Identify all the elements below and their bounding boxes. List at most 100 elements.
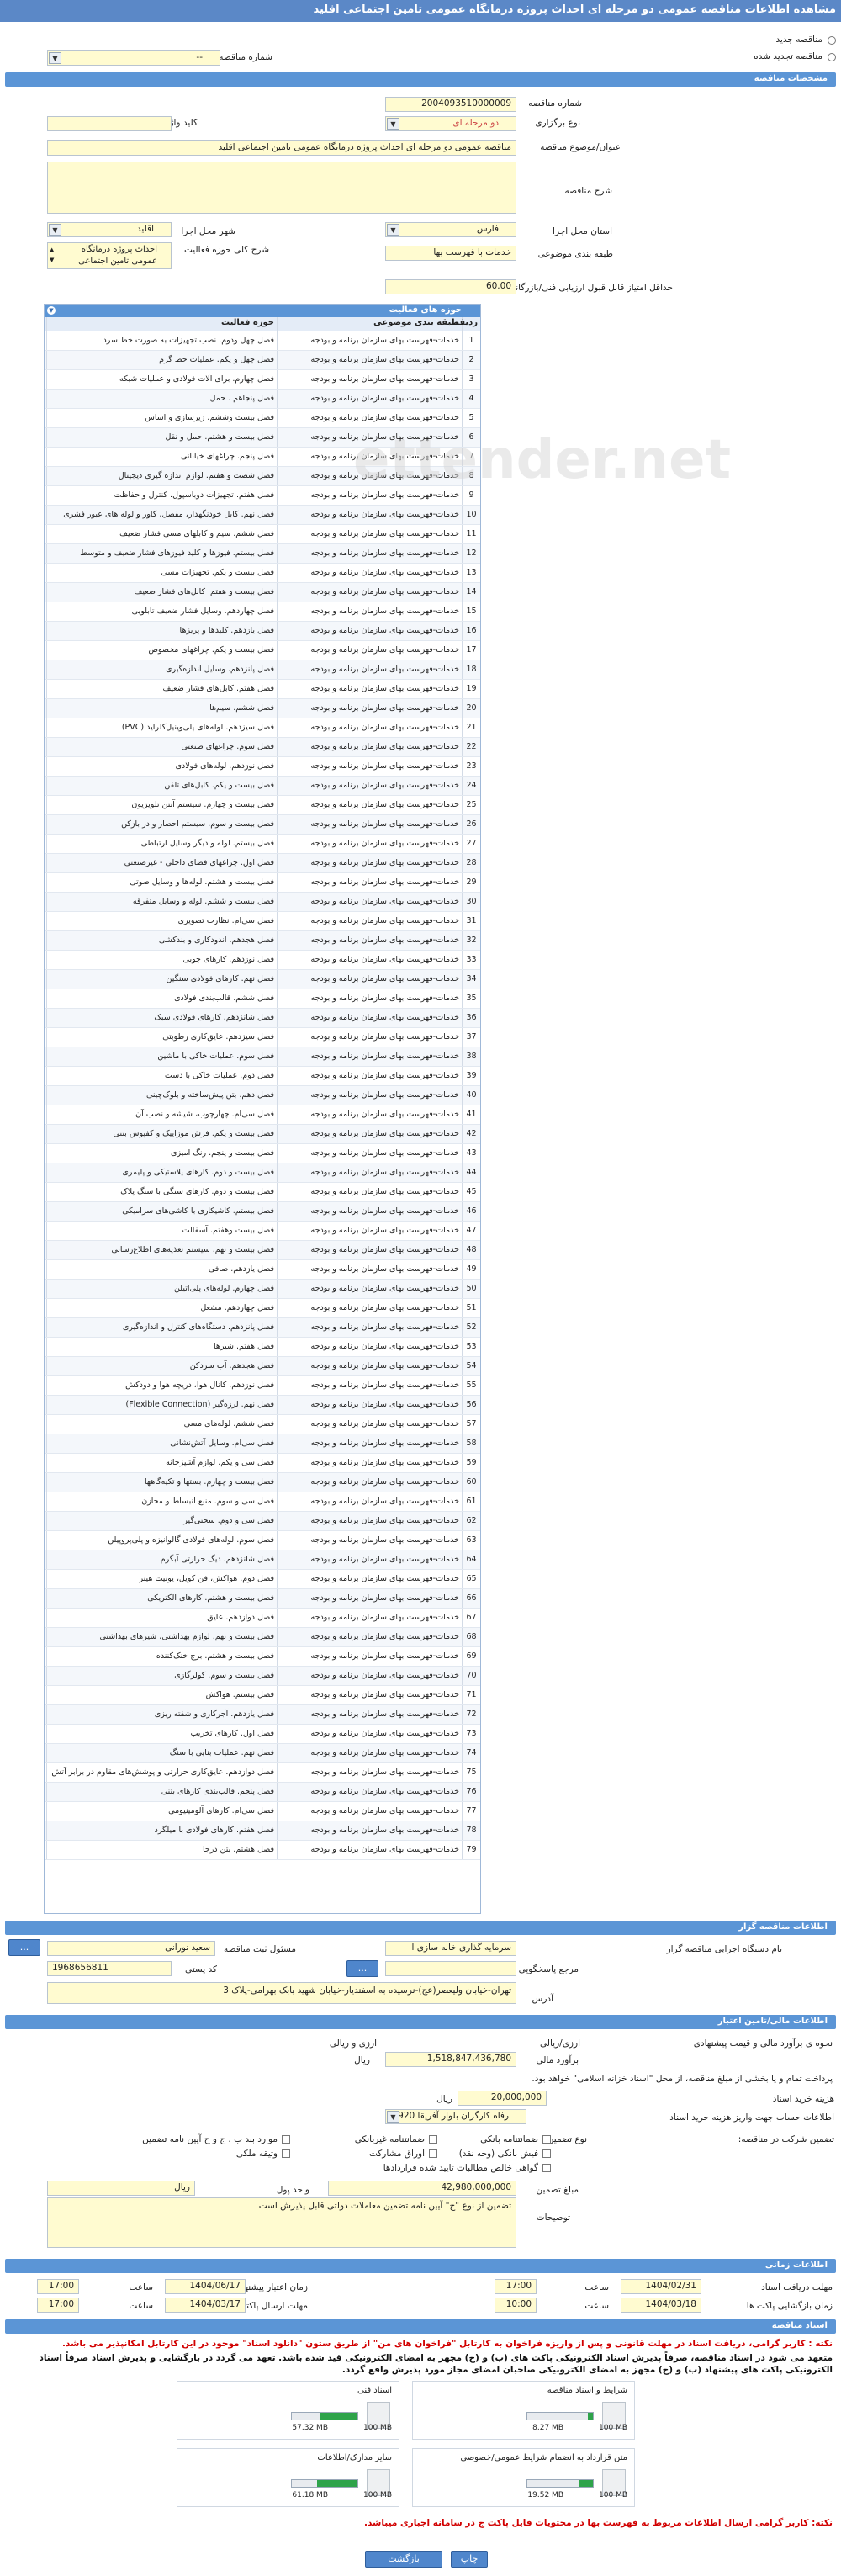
row-activity: فصل سی و دوم. سختی‌گیر	[46, 1512, 277, 1530]
doc-deadline-time-label: ساعت	[584, 2282, 609, 2292]
table-row: 23 خدمات-فهرست بهای سازمان برنامه و بودجه…	[45, 757, 480, 777]
row-activity: فصل نوزدهم. لوله‌های فولادی	[46, 757, 277, 776]
new-tender-radio[interactable]	[828, 36, 836, 45]
back-button[interactable]: بازگشت	[365, 2551, 442, 2568]
cash-checkbox[interactable]	[542, 2149, 551, 2158]
opening-date[interactable]: 1404/03/18	[621, 2298, 701, 2313]
guarantee-desc-textarea[interactable]: تضمین از نوع "ج" آیین نامه تضمین معاملات…	[47, 2197, 516, 2248]
table-row: 60 خدمات-فهرست بهای سازمان برنامه و بودجه…	[45, 1473, 480, 1492]
doc-deadline-time[interactable]: 17:00	[495, 2279, 537, 2294]
activity-panel-header[interactable]: حوزه های فعالیت ▼	[45, 305, 480, 317]
row-activity: فصل بیست و سوم. سیستم احضار و در بازکن	[46, 815, 277, 834]
subject-input[interactable]: مناقصه عمومی دو مرحله ای احداث پروژه درم…	[47, 140, 516, 156]
responsible-lookup-button[interactable]: ...	[8, 1939, 40, 1956]
tender-number-field[interactable]: 2004093510000009	[385, 97, 516, 112]
validity-date[interactable]: 1404/06/17	[165, 2279, 246, 2294]
currency-label: ارزی و ریالی	[329, 2038, 377, 2049]
row-activity: فصل ششم. لوله‌های مسی	[46, 1415, 277, 1434]
opening-time[interactable]: 10:00	[495, 2298, 537, 2313]
row-activity: فصل دوم. هواکش، فن کویل، یونیت هیتر	[46, 1570, 277, 1588]
row-category: خدمات-فهرست بهای سازمان برنامه و بودجه	[277, 602, 462, 621]
claims-checkbox[interactable]	[542, 2164, 551, 2172]
classification-field[interactable]: خدمات با فهرست بها	[385, 246, 516, 261]
reference-field[interactable]	[385, 1961, 516, 1976]
row-activity: فصل دوم. عملیات خاکی با دست	[46, 1067, 277, 1085]
validity-time[interactable]: 17:00	[37, 2279, 79, 2294]
table-row: 16 خدمات-فهرست بهای سازمان برنامه و بودجه…	[45, 622, 480, 641]
row-activity: فصل بیست و چهارم. بستها و تکیه‌گاهها	[46, 1473, 277, 1492]
tender-type-select[interactable]: دو مرحله ای ▼	[385, 116, 516, 131]
row-category: خدمات-فهرست بهای سازمان برنامه و بودجه	[277, 1609, 462, 1627]
file-box-technical-docs[interactable]: اسناد فنی 57.32 MB 100 MB	[177, 2381, 399, 2440]
property-checkbox[interactable]	[282, 2149, 290, 2158]
send-deadline-time[interactable]: 17:00	[37, 2298, 79, 2313]
row-number: 52	[462, 1318, 480, 1337]
row-number: 57	[462, 1415, 480, 1434]
keyword-input[interactable]	[47, 116, 172, 131]
row-activity: فصل دهم. بتن پیش‌ساخته و بلوک‌چینی	[46, 1086, 277, 1105]
table-row: 35 خدمات-فهرست بهای سازمان برنامه و بودجه…	[45, 989, 480, 1009]
row-category: خدمات-فهرست بهای سازمان برنامه و بودجه	[277, 1492, 462, 1511]
row-activity: فصل بیست و ششم. لوله و وسایل متفرقه	[46, 893, 277, 911]
currency-unit-field[interactable]: ریال	[47, 2181, 195, 2196]
estimate-amount-field[interactable]: 1,518,847,436,780	[385, 2052, 516, 2067]
bonds-checkbox[interactable]	[429, 2149, 437, 2158]
row-activity: فصل سی‌ام. کارهای آلومینیومی	[46, 1802, 277, 1821]
file-size: 61.18 MB	[292, 2491, 328, 2499]
row-activity: فصل پنجاهم . حمل	[46, 390, 277, 408]
min-score-field[interactable]: 60.00	[385, 279, 516, 294]
row-category: خدمات-فهرست بهای سازمان برنامه و بودجه	[277, 1473, 462, 1492]
table-row: 39 خدمات-فهرست بهای سازمان برنامه و بودجه…	[45, 1067, 480, 1086]
address-textarea[interactable]: تهران-خیابان ولیعصر(عج)-نرسیده به اسفندی…	[47, 1982, 516, 2004]
device-field[interactable]: سرمایه گذاری خانه سازی ا	[385, 1941, 516, 1956]
file-max: 100 MB	[599, 2424, 627, 2432]
account-select[interactable]: رفاه کارگران بلوار آفریقا 0920 ▼	[385, 2109, 526, 2124]
row-category: خدمات-فهرست بهای سازمان برنامه و بودجه	[277, 1821, 462, 1840]
send-deadline-date[interactable]: 1404/03/17	[165, 2298, 246, 2313]
description-textarea[interactable]	[47, 162, 516, 214]
row-number: 74	[462, 1744, 480, 1762]
row-category: خدمات-فهرست بهای سازمان برنامه و بودجه	[277, 931, 462, 950]
chevron-down-icon: ▼	[49, 52, 61, 64]
row-activity: فصل بیست و دوم. کارهای پلاستیکی و پلیمری	[46, 1163, 277, 1182]
row-category: خدمات-فهرست بهای سازمان برنامه و بودجه	[277, 351, 462, 369]
print-button[interactable]: چاپ	[451, 2551, 488, 2568]
row-category: خدمات-فهرست بهای سازمان برنامه و بودجه	[277, 680, 462, 698]
row-number: 2	[462, 351, 480, 369]
prev-number-select[interactable]: -- ▼	[47, 50, 220, 66]
reference-lookup-button[interactable]: ...	[346, 1960, 378, 1977]
responsible-field[interactable]: سعید نورانی	[47, 1941, 215, 1956]
postal-code-field[interactable]: 1968656811	[47, 1961, 172, 1976]
table-row: 42 خدمات-فهرست بهای سازمان برنامه و بودجه…	[45, 1125, 480, 1144]
file-box-contract[interactable]: متن قرارداد به انضمام شرایط عمومی/خصوصی …	[412, 2448, 635, 2507]
row-activity: فصل بیست و نهم. لوازم بهداشتی، شیرهای به…	[46, 1628, 277, 1646]
table-row: 30 خدمات-فهرست بهای سازمان برنامه و بودجه…	[45, 893, 480, 912]
row-activity: فصل سوم. لوله‌های فولادی گالوانیزه و پلی…	[46, 1531, 277, 1550]
nonbank-guarantee-checkbox[interactable]	[429, 2135, 437, 2144]
file-box-tender-docs[interactable]: شرایط و اسناد مناقصه 8.27 MB 100 MB	[412, 2381, 635, 2440]
row-number: 4	[462, 390, 480, 408]
row-category: خدمات-فهرست بهای سازمان برنامه و بودجه	[277, 873, 462, 892]
row-category: خدمات-فهرست بهای سازمان برنامه و بودجه	[277, 893, 462, 911]
price-list-note: نکته: کاربر گرامی ارسال اطلاعات مربوط به…	[363, 2518, 833, 2528]
guarantee-amount-field[interactable]: 42,980,000,000	[328, 2181, 516, 2196]
row-category: خدمات-فهرست بهای سازمان برنامه و بودجه	[277, 370, 462, 389]
clause-guarantee-checkbox[interactable]	[282, 2135, 290, 2144]
file-box-other-docs[interactable]: سایر مدارک/اطلاعات 61.18 MB 100 MB	[177, 2448, 399, 2507]
property-label: وثیقه ملکی	[235, 2149, 278, 2159]
collapse-icon[interactable]: ▼	[47, 306, 56, 315]
bank-guarantee-checkbox[interactable]	[542, 2135, 551, 2144]
city-select[interactable]: اقلید ▼	[47, 222, 172, 237]
province-select[interactable]: فارس ▼	[385, 222, 516, 237]
scroll-arrows-icon[interactable]: ▲ ▼	[50, 245, 54, 265]
table-row: 36 خدمات-فهرست بهای سازمان برنامه و بودجه…	[45, 1009, 480, 1028]
general-area-list[interactable]: احداث پروژه درمانگاه عمومی تامین اجتماعی…	[47, 242, 172, 269]
row-activity: فصل سوم. چراغهای صنعتی	[46, 738, 277, 756]
bank-guarantee-label: ضمانتنامه بانکی	[480, 2134, 538, 2144]
doc-deadline-date[interactable]: 1404/02/31	[621, 2279, 701, 2294]
renewal-tender-radio[interactable]	[828, 53, 836, 61]
page-title: مشاهده اطلاعات مناقصه عمومی دو مرحله ای …	[0, 0, 841, 22]
row-number: 32	[462, 931, 480, 950]
doc-fee-field[interactable]: 20,000,000	[458, 2091, 547, 2106]
row-category: خدمات-فهرست بهای سازمان برنامه و بودجه	[277, 1434, 462, 1453]
